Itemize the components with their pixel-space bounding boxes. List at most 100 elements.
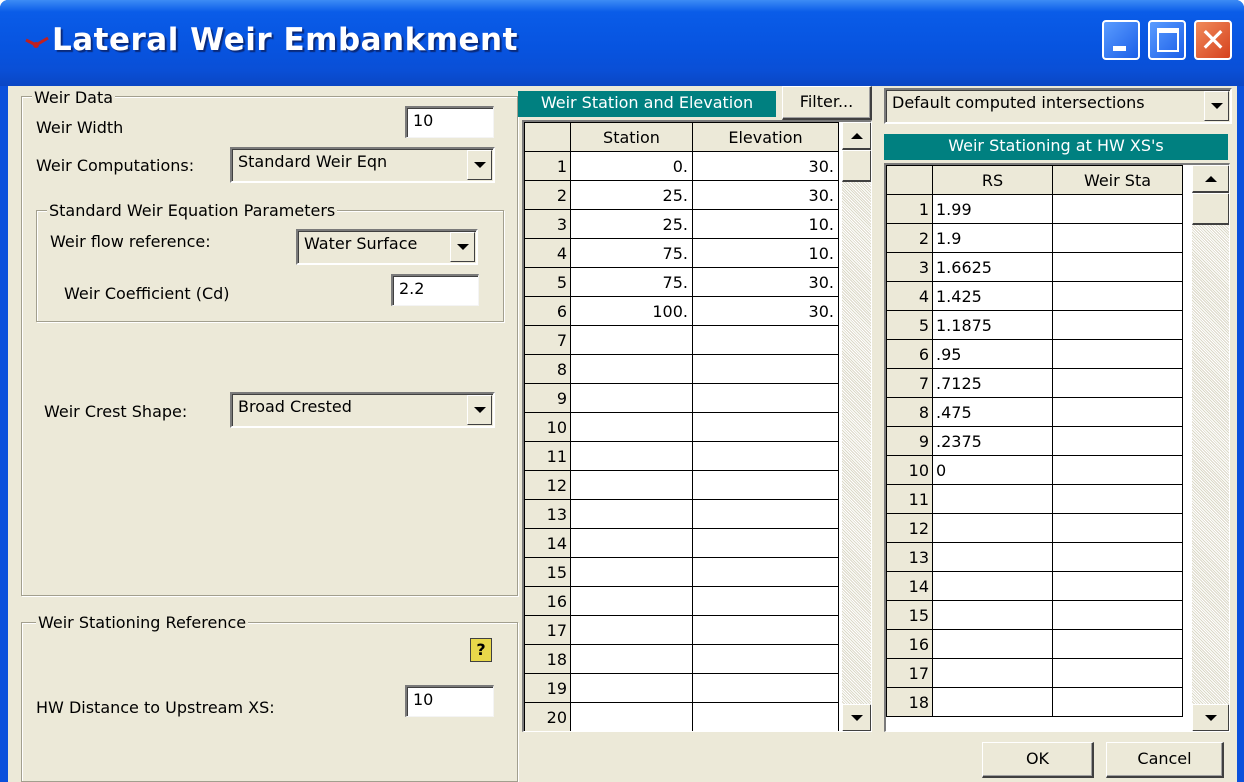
cell-rs[interactable] [932,571,1053,601]
weir-coefficient-input[interactable]: 2.2 [391,274,479,306]
row-number-cell[interactable]: 12 [886,513,933,543]
cell-rs[interactable]: 1.1875 [932,310,1053,340]
row-number-cell[interactable]: 7 [886,368,933,398]
cell-station[interactable] [570,325,693,355]
cell-station[interactable] [570,528,693,558]
cell-elevation[interactable] [692,557,839,587]
cell-rs[interactable]: 1.6625 [932,252,1053,282]
row-number-cell[interactable]: 18 [524,644,571,674]
cell-elevation[interactable] [692,702,839,731]
hw-distance-input[interactable]: 10 [405,685,494,717]
cell-sta[interactable] [1052,687,1183,717]
row-number-cell[interactable]: 11 [524,441,571,471]
hw-grid-scrollbar[interactable] [1192,165,1229,731]
cell-elevation[interactable] [692,470,839,500]
row-number-cell[interactable]: 8 [524,354,571,384]
cell-sta[interactable] [1052,542,1183,572]
row-number-cell[interactable]: 11 [886,484,933,514]
weir-computations-dropdown-button[interactable] [467,150,492,180]
cell-sta[interactable] [1052,629,1183,659]
row-number-cell[interactable]: 17 [524,615,571,645]
cell-sta[interactable] [1052,368,1183,398]
row-number-cell[interactable]: 18 [886,687,933,717]
cell-station[interactable] [570,441,693,471]
minimize-button[interactable] [1102,20,1140,60]
weir-crest-shape-dropdown-button[interactable] [467,395,492,425]
cell-rs[interactable]: .2375 [932,426,1053,456]
cell-station[interactable] [570,644,693,674]
row-number-cell[interactable]: 19 [524,673,571,703]
cell-station[interactable] [570,586,693,616]
cell-elevation[interactable] [692,325,839,355]
weir-crest-shape-select[interactable]: Broad Crested [230,392,495,428]
cell-sta[interactable] [1052,397,1183,427]
scroll-thumb[interactable] [842,150,871,182]
cell-rs[interactable]: .7125 [932,368,1053,398]
cell-elevation[interactable] [692,441,839,471]
row-number-cell[interactable]: 14 [886,571,933,601]
row-number-cell[interactable]: 3 [524,209,571,239]
cell-rs[interactable] [932,658,1053,688]
cell-elevation[interactable] [692,383,839,413]
cell-station[interactable]: 0. [570,151,693,181]
cell-station[interactable]: 25. [570,209,693,239]
cell-sta[interactable] [1052,455,1183,485]
row-number-cell[interactable]: 5 [524,267,571,297]
cell-station[interactable] [570,383,693,413]
help-icon[interactable]: ? [470,638,492,662]
cell-rs[interactable] [932,687,1053,717]
cell-station[interactable] [570,557,693,587]
cell-sta[interactable] [1052,281,1183,311]
cell-rs[interactable] [932,600,1053,630]
cell-elevation[interactable] [692,644,839,674]
intersections-dropdown-button[interactable] [1204,91,1229,121]
cell-sta[interactable] [1052,223,1183,253]
row-number-cell[interactable]: 13 [524,499,571,529]
cell-elevation[interactable] [692,499,839,529]
scroll-up-button[interactable] [1192,165,1229,193]
row-number-cell[interactable]: 7 [524,325,571,355]
cell-rs[interactable]: 1.9 [932,223,1053,253]
cell-rs[interactable]: 1.99 [932,194,1053,224]
cell-station[interactable] [570,702,693,731]
row-number-cell[interactable]: 1 [524,151,571,181]
row-number-cell[interactable]: 2 [524,180,571,210]
row-number-cell[interactable]: 9 [524,383,571,413]
cell-elevation[interactable]: 30. [692,151,839,181]
cell-elevation[interactable] [692,586,839,616]
weir-flow-reference-dropdown-button[interactable] [450,232,475,262]
cell-elevation[interactable] [692,412,839,442]
row-number-cell[interactable]: 6 [524,296,571,326]
scroll-down-button[interactable] [842,704,871,731]
cell-sta[interactable] [1052,252,1183,282]
cell-elevation[interactable]: 10. [692,238,839,268]
row-number-cell[interactable]: 8 [886,397,933,427]
cell-rs[interactable]: 1.425 [932,281,1053,311]
cell-elevation[interactable]: 30. [692,267,839,297]
row-number-cell[interactable]: 16 [886,629,933,659]
cell-rs[interactable]: .475 [932,397,1053,427]
column-header-rs[interactable]: RS [932,165,1053,195]
column-header-elevation[interactable]: Elevation [692,122,839,152]
cell-elevation[interactable] [692,673,839,703]
cell-sta[interactable] [1052,484,1183,514]
row-number-cell[interactable]: 15 [524,557,571,587]
row-number-cell[interactable]: 16 [524,586,571,616]
row-number-cell[interactable]: 20 [524,702,571,731]
cell-sta[interactable] [1052,658,1183,688]
row-number-cell[interactable]: 14 [524,528,571,558]
weir-computations-select[interactable]: Standard Weir Eqn [230,147,495,183]
cell-rs[interactable] [932,513,1053,543]
column-header-station[interactable]: Station [570,122,693,152]
cell-elevation[interactable] [692,615,839,645]
cancel-button[interactable]: Cancel [1106,742,1224,778]
cell-sta[interactable] [1052,513,1183,543]
cell-elevation[interactable] [692,528,839,558]
row-number-cell[interactable]: 1 [886,194,933,224]
row-number-cell[interactable]: 5 [886,310,933,340]
scroll-thumb[interactable] [1192,193,1229,225]
cell-sta[interactable] [1052,194,1183,224]
column-header-weir-sta[interactable]: Weir Sta [1052,165,1183,195]
row-number-cell[interactable]: 15 [886,600,933,630]
row-number-cell[interactable]: 3 [886,252,933,282]
